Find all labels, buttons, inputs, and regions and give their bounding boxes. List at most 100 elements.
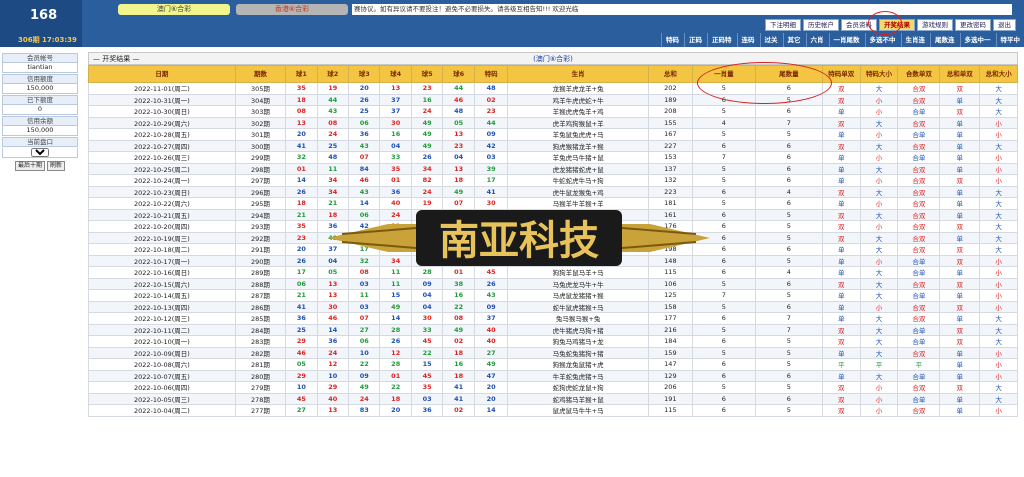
cell: 羊猴虎虎兔羊+鸡 [507,105,649,118]
cell: 299期 [234,151,287,164]
cell: 6 [691,404,756,417]
ball-number: 37 [379,93,412,106]
bet-menu-item[interactable]: 正码特 [707,33,736,47]
recent10-button[interactable]: 最后十期 [14,161,45,171]
cell: 合双 [897,220,941,233]
ball-number: 25 [348,105,381,118]
ball-number: 03 [410,392,444,405]
top-menu-item[interactable]: 历史帐户 [803,19,839,31]
cell: 合单 [897,266,941,279]
bet-menu-item[interactable]: 生肖连 [900,33,929,47]
ball-number: 11 [348,289,381,302]
bet-menu-item[interactable]: 过关 [759,33,782,47]
cell: 5 [691,174,756,187]
ball-number: 26 [285,254,318,267]
ball-number: 33 [410,323,444,336]
bet-menu-item[interactable]: 其它 [782,33,805,47]
ball-number: 27 [473,346,509,359]
cell: 5 [691,197,756,210]
cell: 小 [979,300,1018,313]
tab-hongkong[interactable]: 香港⑥合彩 [236,4,348,15]
ball-number: 46 [442,93,475,106]
ball-number: 45 [473,266,509,279]
sidebar: 会员帐号 tiantian 信用额度 150,000 已下额度 0 信用余额 1… [2,52,78,171]
refresh-button[interactable]: 刷新 [47,161,66,171]
table-row: 2022-10-29(周六) 302期 13 08 06 30 49 05 44 虎羊鸡狗猴鼠+羊… [88,116,1018,129]
bet-menu-item[interactable]: 正码 [684,33,706,47]
tab-macau[interactable]: 澳门⑥合彩 [118,4,230,15]
cell: 5 [754,208,823,221]
ball-number: 28 [410,266,444,279]
cell: 5 [691,300,756,313]
cell: 2022-10-07(周五) [88,369,236,382]
cell: 291期 [234,243,287,256]
ball-number: 82 [410,174,444,187]
ball-number: 08 [316,116,350,129]
ball-number: 03 [473,151,509,164]
cell: 小 [979,254,1018,267]
cell: 小 [859,392,899,405]
ball-number: 20 [473,381,509,394]
cell: 208 [647,105,693,118]
cell: 合单 [897,323,941,336]
ball-number: 35 [285,220,318,233]
bet-menu-item[interactable]: 尾数连 [930,33,959,47]
cell: 304期 [234,93,287,106]
ball-number: 46 [348,174,381,187]
bet-menu-item[interactable]: 多选中一 [959,33,995,47]
ball-number: 18 [379,392,412,405]
ball-number: 23 [473,105,509,118]
ball-number: 22 [348,358,381,371]
cell: 大 [859,335,899,348]
bet-menu-item[interactable]: 六肖 [805,33,828,47]
cell: 小 [979,404,1018,417]
ball-number: 18 [442,174,475,187]
top-menu-item[interactable]: 更改密码 [955,19,991,31]
bet-menu-item[interactable]: 特码 [661,33,683,47]
bet-menu-item[interactable]: 一肖尾数 [828,33,864,47]
top-menu-item[interactable]: 下注明细 [765,19,801,31]
cell: 马兔虎龙马牛+牛 [507,277,649,290]
credit-value: 150,000 [2,84,78,94]
table-row: 2022-10-25(周二) 298期 01 11 84 35 34 13 39 虎龙猪猪蛇虎+鼠… [88,162,1018,175]
ball-number: 06 [348,116,381,129]
cell: 2022-10-12(周三) [88,312,236,325]
cell: 2022-10-17(周一) [88,254,236,267]
cell: 双 [821,139,861,152]
ball-number: 49 [410,139,444,152]
ball-number: 36 [348,128,381,141]
ball-number: 20 [285,128,318,141]
column-header: 日期 [88,65,236,83]
cell: 286期 [234,300,287,313]
bet-menu-item[interactable]: 特平中 [995,33,1024,47]
cell: 合单 [897,289,941,302]
top-menu-item[interactable]: 游戏规则 [917,19,953,31]
bet-menu-item[interactable]: 连码 [736,33,759,47]
cell: 167 [647,128,693,141]
ball-number: 02 [442,335,475,348]
table-row: 2022-10-26(周三) 299期 32 48 07 33 26 04 03 羊兔虎马牛猪+鼠… [88,151,1018,164]
cell: 大 [859,369,899,382]
top-menu-item[interactable]: 退出 [993,19,1016,31]
cell: 合单 [897,128,941,141]
cell: 单 [821,197,861,210]
ball-number: 01 [442,266,475,279]
ball-number: 14 [473,404,509,417]
cell: 合单 [897,151,941,164]
cell: 大 [979,93,1018,106]
ball-number: 30 [410,312,444,325]
cell: 6 [754,105,823,118]
cell: 2022-10-10(周一) [88,335,236,348]
bet-menu-item[interactable]: 多选不中 [864,33,900,47]
pan-select[interactable]: C盘 [31,148,49,157]
ball-number: 09 [473,300,509,313]
cell: 双 [939,300,981,313]
ball-number: 37 [379,105,412,118]
cell: 6 [691,392,756,405]
table-row: 2022-10-15(周六) 288期 06 13 03 11 09 38 26 马兔虎龙马牛+牛… [88,277,1018,290]
ball-number: 23 [285,231,318,244]
ball-number: 02 [473,93,509,106]
ball-number: 24 [316,128,350,141]
cell: 106 [647,277,693,290]
cell: 7 [754,312,823,325]
